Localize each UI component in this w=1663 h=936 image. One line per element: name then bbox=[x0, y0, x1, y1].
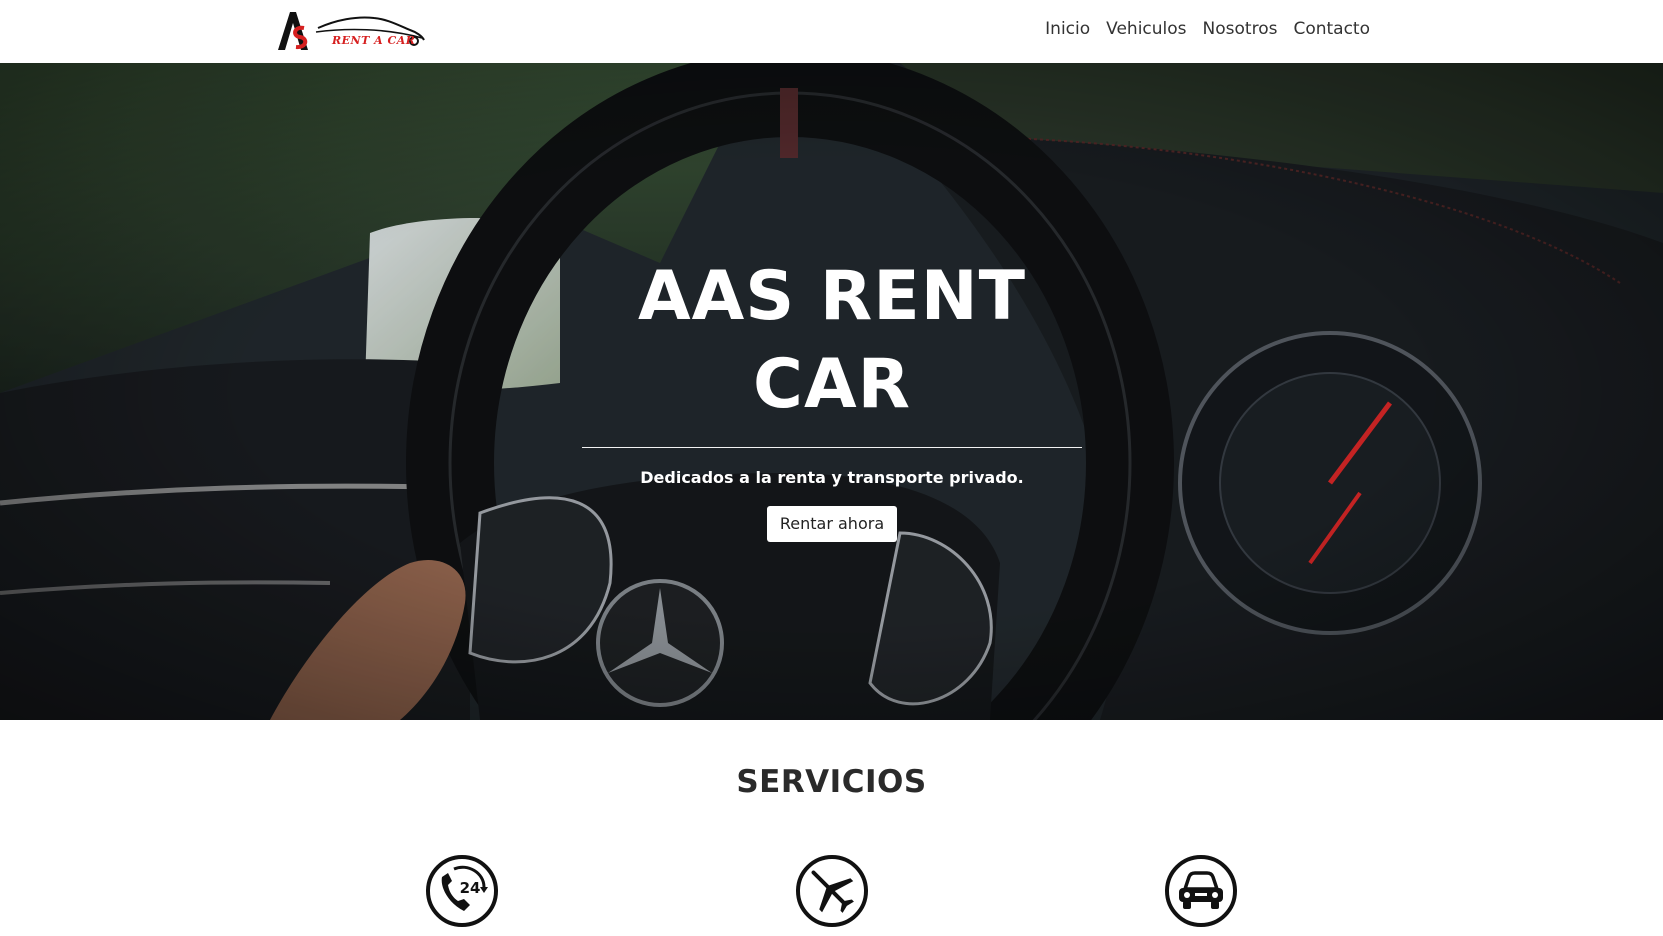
hero-title: AAS RENT CAR bbox=[582, 253, 1082, 429]
hero-divider bbox=[582, 447, 1082, 448]
brand-logo[interactable]: RENT A CAR bbox=[276, 10, 432, 52]
phone-24h-icon: 24 bbox=[424, 853, 500, 929]
rentar-ahora-button[interactable]: Rentar ahora bbox=[766, 506, 898, 542]
nav-link-inicio[interactable]: Inicio bbox=[1045, 19, 1090, 39]
logo-text: RENT A CAR bbox=[332, 34, 416, 47]
phone-24h-badge: 24 bbox=[460, 879, 481, 897]
hero-title-line-1: AAS RENT bbox=[637, 257, 1026, 336]
hero-section: AAS RENT CAR Dedicados a la renta y tran… bbox=[0, 63, 1663, 720]
nav-link-contacto[interactable]: Contacto bbox=[1293, 19, 1370, 39]
car-icon bbox=[1163, 853, 1239, 929]
nav-link-nosotros[interactable]: Nosotros bbox=[1203, 19, 1278, 39]
hero-title-line-2: CAR bbox=[753, 345, 911, 424]
services-title: SERVICIOS bbox=[736, 764, 927, 800]
nav-link-vehiculos[interactable]: Vehiculos bbox=[1106, 19, 1186, 39]
hero-content: AAS RENT CAR Dedicados a la renta y tran… bbox=[582, 253, 1082, 542]
top-navbar: RENT A CAR Inicio Vehiculos Nosotros Con… bbox=[0, 0, 1663, 63]
hero-subtitle: Dedicados a la renta y transporte privad… bbox=[640, 468, 1024, 487]
airplane-icon bbox=[794, 853, 870, 929]
main-nav: Inicio Vehiculos Nosotros Contacto bbox=[1045, 19, 1370, 39]
